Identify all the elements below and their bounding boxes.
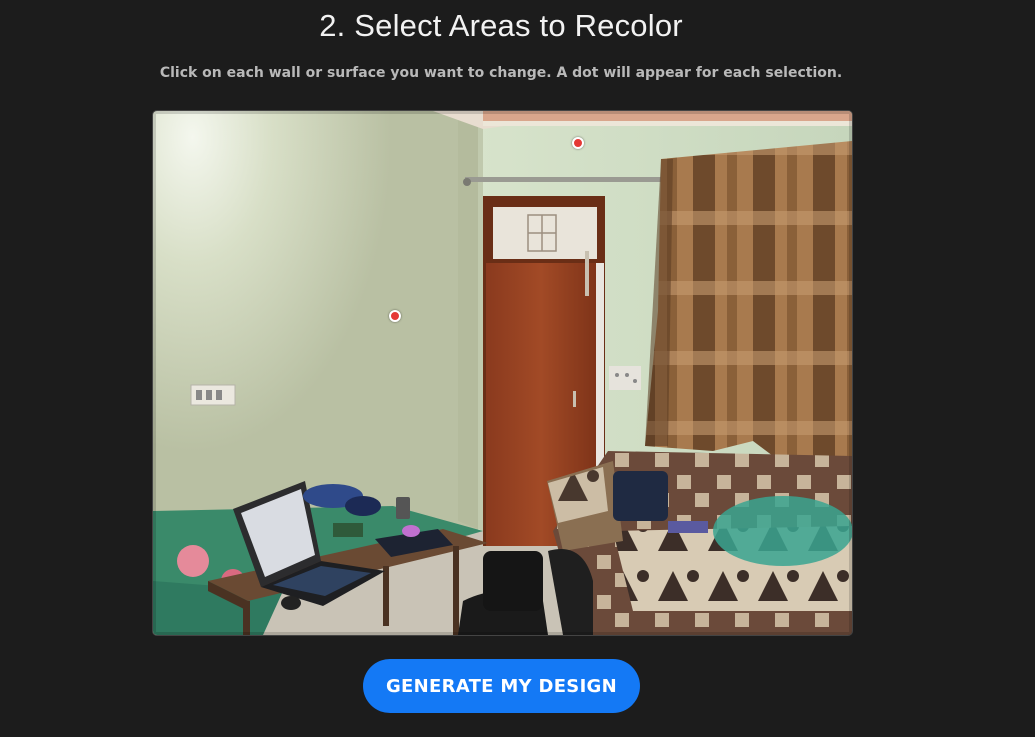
selection-dot[interactable] xyxy=(389,310,401,322)
generate-design-button[interactable]: GENERATE MY DESIGN xyxy=(363,659,640,713)
recolor-step-page: 2. Select Areas to Recolor Click on each… xyxy=(0,0,1035,737)
room-photo-canvas[interactable] xyxy=(152,110,853,636)
instructions-text: Click on each wall or surface you want t… xyxy=(159,65,843,81)
page-title: 2. Select Areas to Recolor xyxy=(319,8,683,43)
selection-dot[interactable] xyxy=(572,137,584,149)
room-photo-image xyxy=(153,111,852,635)
